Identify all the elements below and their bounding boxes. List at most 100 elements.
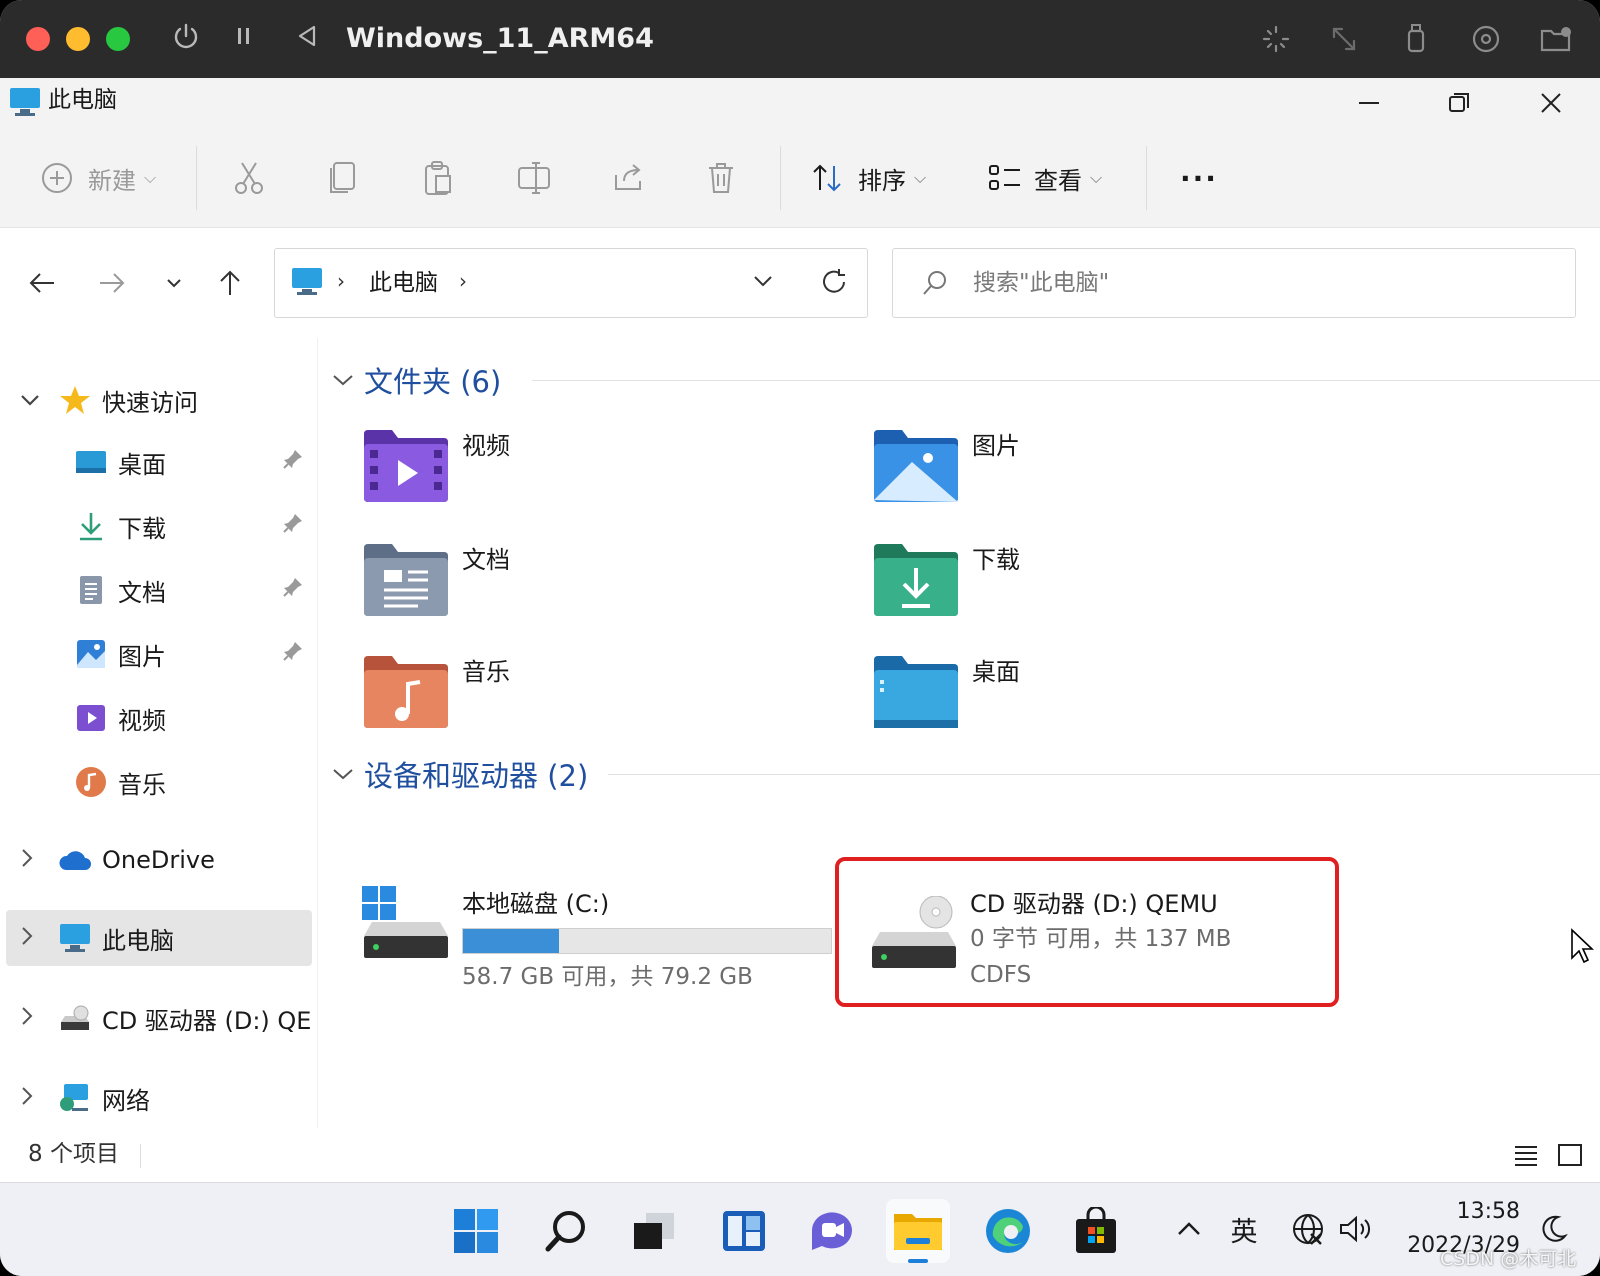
cut-button[interactable] xyxy=(232,154,266,202)
store-icon[interactable] xyxy=(1064,1199,1128,1263)
details-view-button[interactable] xyxy=(1512,1142,1540,1172)
sidebar-item-cd-drive[interactable]: CD 驱动器 (D:) QEMU xyxy=(0,990,318,1046)
minimize-button[interactable] xyxy=(1324,78,1414,128)
share-button[interactable] xyxy=(612,154,646,202)
zoom-traffic-light[interactable] xyxy=(106,27,130,51)
usb-icon[interactable] xyxy=(1396,20,1436,58)
chevron-right-icon[interactable] xyxy=(20,926,34,951)
chevron-right-icon[interactable] xyxy=(20,1086,34,1111)
sidebar-item-quick-access[interactable]: 快速访问 xyxy=(0,372,318,428)
ime-indicator[interactable]: 英 xyxy=(1222,1205,1266,1253)
chat-icon[interactable] xyxy=(800,1199,864,1263)
drive-c[interactable]: 本地磁盘 (C:) 58.7 GB 可用，共 79.2 GB xyxy=(362,886,882,990)
back-icon[interactable] xyxy=(296,22,318,58)
sidebar-item-videos[interactable]: 视频 xyxy=(0,690,318,746)
chevron-right-icon[interactable] xyxy=(20,848,34,873)
search-icon[interactable] xyxy=(534,1199,598,1263)
sidebar-item-pictures[interactable]: 图片 xyxy=(0,626,318,682)
capture-icon[interactable] xyxy=(1256,20,1296,58)
star-icon xyxy=(58,383,92,417)
navigation-pane: 快速访问 桌面 下载 文档 图片 视频 音乐 OneDrive 此电脑 CD 驱… xyxy=(0,338,318,1128)
new-label: 新建 xyxy=(88,166,136,195)
chevron-down-icon[interactable] xyxy=(20,388,40,412)
recent-locations-button[interactable] xyxy=(152,258,196,308)
explorer-icon[interactable] xyxy=(886,1199,950,1263)
volume-icon[interactable] xyxy=(1334,1205,1378,1253)
sidebar-item-documents[interactable]: 文档 xyxy=(0,562,318,618)
separator xyxy=(780,146,781,210)
desktop-icon xyxy=(74,445,108,479)
download-folder-icon xyxy=(874,544,958,616)
forward-button[interactable] xyxy=(90,258,134,308)
pause-icon[interactable] xyxy=(236,22,252,58)
folders-group-header[interactable]: 文件夹 (6) xyxy=(332,358,1600,402)
network-status-icon[interactable] xyxy=(1286,1205,1330,1253)
sidebar-item-label: 网络 xyxy=(102,1086,150,1115)
sidebar-item-desktop[interactable]: 桌面 xyxy=(0,434,318,490)
folder-pictures[interactable]: 图片 xyxy=(872,428,1312,528)
pin-icon xyxy=(282,640,304,668)
sidebar-item-downloads[interactable]: 下载 xyxy=(0,498,318,554)
sidebar-item-music[interactable]: 音乐 xyxy=(0,754,318,810)
tiles-view-button[interactable] xyxy=(1556,1142,1584,1172)
item-count: 8 个项目 xyxy=(28,1141,119,1167)
folder-downloads[interactable]: 下载 xyxy=(872,542,1312,642)
restore-button[interactable] xyxy=(1414,78,1504,128)
delete-button[interactable] xyxy=(706,154,736,202)
more-button[interactable]: ··· xyxy=(1180,154,1218,202)
sidebar-item-onedrive[interactable]: OneDrive xyxy=(0,832,318,888)
video-folder-icon xyxy=(364,430,448,502)
new-button[interactable]: 新建 ⌵ xyxy=(40,154,156,202)
folder-desktop[interactable]: 桌面 xyxy=(872,654,1312,754)
drive-name: 本地磁盘 (C:) xyxy=(462,890,610,918)
folder-label: 桌面 xyxy=(972,658,1020,686)
power-icon[interactable] xyxy=(172,22,200,60)
separator xyxy=(196,146,197,210)
folder-label: 文档 xyxy=(462,546,510,574)
separator xyxy=(140,1144,141,1168)
search-box[interactable]: 搜索"此电脑" xyxy=(892,248,1576,318)
widgets-icon[interactable] xyxy=(712,1199,776,1263)
sidebar-item-this-pc[interactable]: 此电脑 xyxy=(6,910,312,966)
pin-icon xyxy=(282,576,304,604)
taskview-icon[interactable] xyxy=(622,1199,686,1263)
close-button[interactable] xyxy=(1506,78,1596,128)
chevron-down-icon[interactable] xyxy=(753,273,773,292)
windows-icon[interactable] xyxy=(444,1199,508,1263)
folder-icon[interactable] xyxy=(1536,20,1576,58)
chevron-right-icon[interactable]: › xyxy=(459,269,467,293)
drives-group-header[interactable]: 设备和驱动器 (2) xyxy=(332,752,1600,796)
disc-icon[interactable] xyxy=(1466,20,1506,58)
chevron-right-icon[interactable] xyxy=(20,1006,34,1031)
resize-icon[interactable] xyxy=(1324,20,1364,58)
address-bar[interactable]: › 此电脑 › xyxy=(274,248,868,318)
chevron-up-icon[interactable] xyxy=(1172,1205,1206,1253)
sort-button[interactable]: 排序 ⌵ xyxy=(810,154,926,202)
active-indicator xyxy=(908,1259,928,1263)
sidebar-item-label: 快速访问 xyxy=(102,388,198,417)
edge-icon[interactable] xyxy=(976,1199,1040,1263)
breadcrumb[interactable]: 此电脑 xyxy=(369,265,438,301)
copy-button[interactable] xyxy=(328,154,358,202)
video-icon xyxy=(74,701,108,735)
view-button[interactable]: 查看 ⌵ xyxy=(988,154,1102,202)
close-traffic-light[interactable] xyxy=(26,27,50,51)
share-icon xyxy=(615,164,641,190)
folder-label: 图片 xyxy=(972,432,1020,460)
paste-button[interactable] xyxy=(422,154,454,202)
minimize-traffic-light[interactable] xyxy=(66,27,90,51)
sidebar-item-network[interactable]: 网络 xyxy=(0,1070,318,1126)
cloud-icon xyxy=(58,843,92,877)
folder-documents[interactable]: 文档 xyxy=(362,542,802,642)
vm-titlebar: Windows_11_ARM64 xyxy=(0,0,1600,78)
back-button[interactable] xyxy=(20,258,64,308)
folder-label: 下载 xyxy=(972,546,1020,574)
search-icon xyxy=(921,269,949,301)
refresh-button[interactable] xyxy=(819,267,849,301)
folder-label: 视频 xyxy=(462,432,510,460)
folder-music[interactable]: 音乐 xyxy=(362,654,802,754)
folder-videos[interactable]: 视频 xyxy=(362,428,802,528)
search-input[interactable]: 搜索"此电脑" xyxy=(973,265,1109,301)
rename-button[interactable] xyxy=(516,154,552,202)
up-button[interactable] xyxy=(208,258,252,308)
